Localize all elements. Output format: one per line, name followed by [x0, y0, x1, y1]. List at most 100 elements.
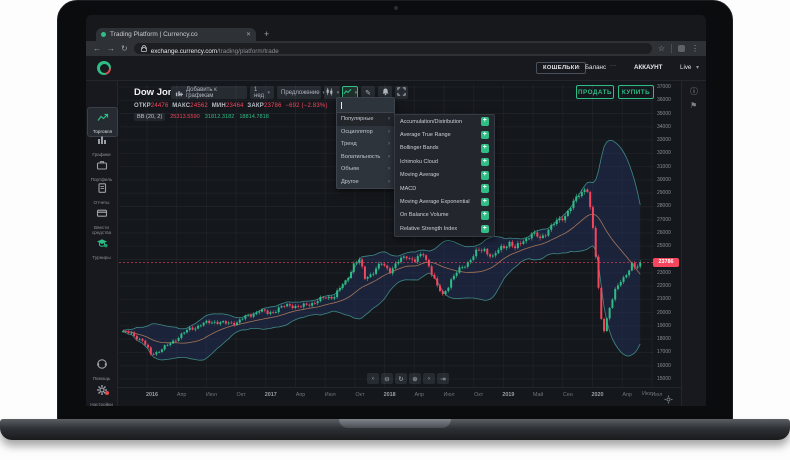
price-tick: 18000 [657, 336, 679, 342]
indicator-category-item[interactable]: Осциллятор› [337, 126, 394, 139]
text-caret [341, 102, 342, 109]
sidebar-item-label: Ввести средства [87, 225, 116, 235]
chevron-right-icon: › [388, 141, 390, 147]
price-tick: 30000 [657, 177, 679, 183]
tab-title: Trading Platform | Currency.co [110, 31, 243, 38]
add-indicator-button[interactable]: + [481, 117, 490, 126]
laptop-base-notch [339, 419, 451, 428]
price-tick: 19000 [657, 323, 679, 329]
toolbar-divider [671, 44, 672, 53]
chevron-right-icon: › [388, 129, 390, 135]
refresh-icon[interactable]: ↻ [121, 44, 128, 54]
watchlist-flag-icon[interactable]: ⚑ [690, 101, 697, 110]
indicator-category-item[interactable]: Тренд› [337, 138, 394, 151]
price-tick: 28000 [657, 203, 679, 209]
add-indicator-button[interactable]: + [481, 158, 490, 167]
live-caret-icon[interactable]: ▾ [696, 64, 699, 71]
indicator-item[interactable]: Relative Strength Index+ [395, 222, 494, 235]
indicator-item[interactable]: Ichimoku Cloud+ [395, 155, 494, 168]
chevron-right-icon: › [388, 116, 390, 122]
indicator-item[interactable]: MACD+ [395, 182, 494, 195]
sidebar-item-settings[interactable]: Настройки [87, 383, 116, 406]
chevron-right-icon: › [388, 179, 390, 185]
indicator-item[interactable]: Bollinger Bands+ [395, 142, 494, 155]
balance-overflow-icon[interactable]: ··· [610, 62, 616, 69]
sidebar-item-help[interactable]: Помощь [87, 357, 116, 381]
sidebar-item-4[interactable]: Отчеты [87, 181, 116, 205]
add-indicator-button[interactable]: + [481, 171, 490, 180]
indicator-item[interactable]: On Balance Volume+ [395, 209, 494, 222]
browser-menu-icon[interactable]: ⋮ [691, 44, 699, 54]
indicator-item[interactable]: Accumulation/Distribution+ [395, 115, 494, 128]
balance-chevron-icon[interactable]: ‹ [578, 64, 580, 71]
sidebar-item-2[interactable]: Графики [87, 133, 116, 157]
price-tick: 15000 [657, 376, 679, 382]
price-tick: 23000 [657, 270, 679, 276]
trade-icon [97, 110, 109, 122]
time-tick: 2017 [259, 392, 283, 398]
axis-settings-gear-icon[interactable] [664, 391, 673, 400]
time-tick: 2020 [586, 392, 610, 398]
indicator-search-input[interactable] [337, 98, 394, 113]
address-bar[interactable]: exchange.currency.com/trading/platform/t… [134, 43, 652, 54]
chevron-right-icon: › [388, 154, 390, 160]
sidebar-item-5[interactable]: Ввести средства [87, 206, 116, 235]
notification-badge [105, 391, 109, 395]
add-indicator-button[interactable]: + [481, 131, 490, 140]
price-tick: 31000 [657, 164, 679, 170]
time-tick: Окт [348, 392, 372, 398]
indicator-item[interactable]: Moving Average+ [395, 169, 494, 182]
indicator-item[interactable]: Moving Average Exponential+ [395, 195, 494, 208]
sidebar-item-6[interactable]: Турниры [87, 236, 116, 260]
time-tick: 2019 [496, 392, 520, 398]
tournaments-icon [96, 236, 108, 248]
time-tick: Май [526, 392, 550, 398]
add-indicator-button[interactable]: + [481, 184, 490, 193]
back-icon[interactable]: ← [93, 44, 101, 54]
profile-icon[interactable] [678, 45, 685, 52]
indicator-category-item[interactable]: Объем› [337, 163, 394, 176]
price-tick: 26000 [657, 230, 679, 236]
add-indicator-button[interactable]: + [481, 211, 490, 220]
site-favicon-icon [101, 32, 106, 37]
bookmark-star-icon[interactable]: ☆ [658, 44, 665, 54]
time-tick: Апр [407, 392, 431, 398]
time-tick: Апр [170, 392, 194, 398]
trading-app: КОШЕЛЬКИ ‹ Баланс ··· АККАУНТ Live ▾ Тор… [86, 56, 706, 406]
charts-icon [96, 133, 108, 145]
account-label[interactable]: АККАУНТ [634, 64, 662, 71]
price-tick: 22000 [657, 283, 679, 289]
browser-toolbar: ← → ↻ exchange.currency.com/trading/plat… [86, 41, 706, 56]
price-tick: 36000 [657, 97, 679, 103]
time-tick: Июл [437, 392, 461, 398]
price-tick: 16000 [657, 363, 679, 369]
settings-icon [96, 383, 108, 395]
price-tick: 29000 [657, 190, 679, 196]
sidebar: ТорговляГрафикиПортфельОтчетыВвести сред… [86, 81, 118, 406]
time-axis-last-label: Июл [642, 391, 653, 397]
indicator-submenu: Accumulation/Distribution+Average True R… [394, 114, 495, 237]
deposit-icon [96, 206, 108, 218]
indicator-category-active[interactable]: Популярные› [337, 113, 394, 126]
balance-label[interactable]: Баланс [585, 64, 606, 71]
add-indicator-button[interactable]: + [481, 198, 490, 207]
indicator-category-item[interactable]: Волатильность› [337, 151, 394, 164]
live-mode-label[interactable]: Live [680, 64, 691, 71]
time-axis[interactable]: 2016АпрИюлОкт2017АпрИюлОкт2018АпрИюлОкт2… [118, 387, 681, 404]
browser-tabstrip: Trading Platform | Currency.co ✕ + [86, 15, 706, 41]
indicator-item[interactable]: Average True Range+ [395, 128, 494, 141]
time-tick: 2016 [140, 392, 164, 398]
add-indicator-button[interactable]: + [481, 144, 490, 153]
add-indicator-button[interactable]: + [481, 225, 490, 234]
sidebar-item-3[interactable]: Портфель [87, 158, 116, 182]
currency-logo-icon[interactable] [97, 61, 111, 75]
price-tick: 25000 [657, 243, 679, 249]
tab-close-icon[interactable]: ✕ [246, 31, 251, 38]
laptop-screen: Trading Platform | Currency.co ✕ + ← → ↻… [57, 0, 733, 421]
info-icon[interactable]: ⓘ [690, 86, 698, 97]
time-tick: 2018 [378, 392, 402, 398]
forward-icon[interactable]: → [107, 44, 115, 54]
indicator-category-item[interactable]: Другое› [337, 176, 394, 189]
time-tick: Апр [615, 392, 639, 398]
lock-icon [141, 47, 147, 52]
